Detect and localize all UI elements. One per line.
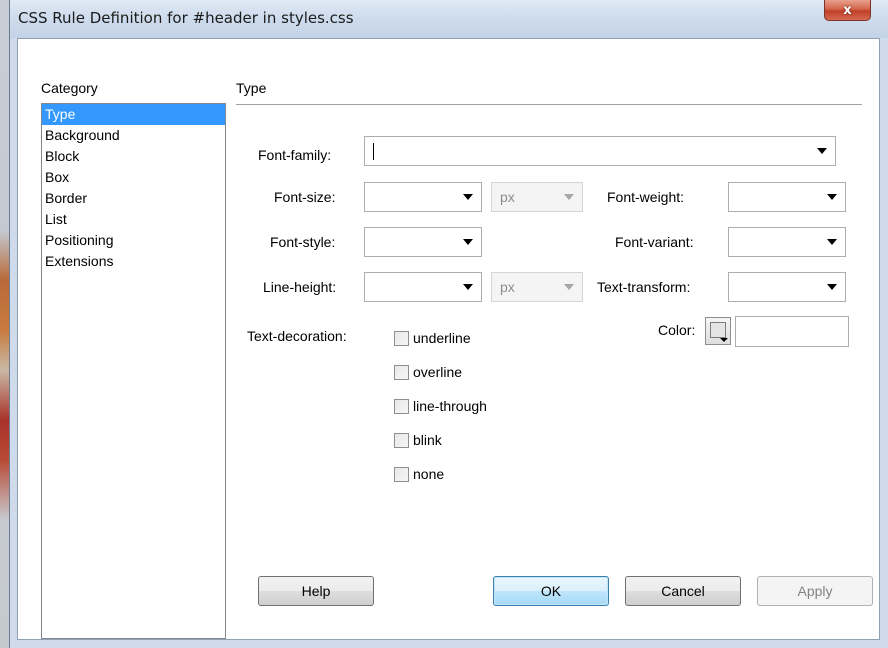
- line-height-unit-value: px: [500, 279, 515, 295]
- color-picker-button[interactable]: [705, 317, 731, 345]
- none-checkbox[interactable]: [394, 466, 409, 482]
- title-bar[interactable]: CSS Rule Definition for #header in style…: [10, 0, 888, 38]
- ok-button[interactable]: OK: [493, 576, 609, 606]
- css-rule-dialog: CSS Rule Definition for #header in style…: [9, 0, 888, 648]
- blink-checkbox[interactable]: [394, 432, 409, 448]
- text-decoration-label: Text-decoration:: [247, 328, 347, 344]
- dialog-title: CSS Rule Definition for #header in style…: [18, 9, 354, 27]
- line-height-combo[interactable]: [364, 272, 482, 302]
- category-item-extensions[interactable]: Extensions: [42, 251, 225, 272]
- category-list[interactable]: Type Background Block Box Border List Po…: [41, 103, 226, 639]
- category-item-type[interactable]: Type: [42, 104, 225, 125]
- category-item-list[interactable]: List: [42, 209, 225, 230]
- panel-divider: [236, 104, 862, 106]
- font-size-unit-value: px: [500, 189, 515, 205]
- font-size-combo[interactable]: [364, 182, 482, 212]
- text-caret: [373, 143, 374, 160]
- font-variant-combo[interactable]: [728, 227, 846, 257]
- dialog-client-area: Category Type Background Block Box Borde…: [17, 38, 880, 640]
- color-swatch-icon: [710, 322, 726, 338]
- chevron-down-icon: [827, 284, 837, 290]
- text-transform-combo[interactable]: [728, 272, 846, 302]
- font-style-combo[interactable]: [364, 227, 482, 257]
- decoration-overline-option[interactable]: overline: [394, 362, 462, 382]
- chevron-down-icon: [463, 284, 473, 290]
- underline-label: underline: [413, 330, 471, 346]
- category-item-background[interactable]: Background: [42, 125, 225, 146]
- font-size-unit-select[interactable]: px: [491, 182, 583, 212]
- chevron-down-icon: [827, 194, 837, 200]
- line-height-unit-select[interactable]: px: [491, 272, 583, 302]
- chevron-down-icon: [564, 284, 574, 290]
- background-window-edge: [0, 0, 9, 648]
- chevron-down-icon: [463, 194, 473, 200]
- category-item-box[interactable]: Box: [42, 167, 225, 188]
- none-label: none: [413, 466, 445, 482]
- category-item-block[interactable]: Block: [42, 146, 225, 167]
- chevron-down-icon: [817, 148, 827, 154]
- overline-checkbox[interactable]: [394, 364, 409, 380]
- category-label: Category: [41, 80, 98, 96]
- decoration-none-option[interactable]: none: [394, 464, 444, 484]
- category-item-border[interactable]: Border: [42, 188, 225, 209]
- font-variant-label: Font-variant:: [615, 234, 694, 250]
- panel-title: Type: [236, 80, 267, 96]
- line-height-label: Line-height:: [263, 279, 337, 295]
- font-style-label: Font-style:: [270, 234, 336, 250]
- close-button[interactable]: x: [824, 0, 871, 21]
- chevron-down-icon: [463, 239, 473, 245]
- color-label: Color:: [658, 322, 696, 338]
- underline-checkbox[interactable]: [394, 330, 409, 346]
- line-through-checkbox[interactable]: [394, 398, 409, 414]
- close-icon: x: [843, 2, 852, 18]
- cancel-button[interactable]: Cancel: [625, 576, 741, 606]
- font-family-label: Font-family:: [258, 147, 332, 163]
- line-through-label: line-through: [413, 398, 487, 414]
- font-size-label: Font-size:: [274, 189, 336, 205]
- blink-label: blink: [413, 432, 442, 448]
- decoration-underline-option[interactable]: underline: [394, 328, 471, 348]
- chevron-down-icon: [564, 194, 574, 200]
- color-input[interactable]: [735, 316, 849, 347]
- decoration-blink-option[interactable]: blink: [394, 430, 442, 450]
- decoration-line-through-option[interactable]: line-through: [394, 396, 487, 416]
- chevron-down-icon: [827, 239, 837, 245]
- font-weight-label: Font-weight:: [607, 189, 685, 205]
- font-weight-combo[interactable]: [728, 182, 846, 212]
- chevron-down-icon: [720, 338, 728, 342]
- help-button[interactable]: Help: [258, 576, 374, 606]
- font-family-combo[interactable]: [364, 136, 836, 166]
- overline-label: overline: [413, 364, 463, 380]
- category-item-positioning[interactable]: Positioning: [42, 230, 225, 251]
- text-transform-label: Text-transform:: [597, 279, 691, 295]
- apply-button[interactable]: Apply: [757, 576, 873, 606]
